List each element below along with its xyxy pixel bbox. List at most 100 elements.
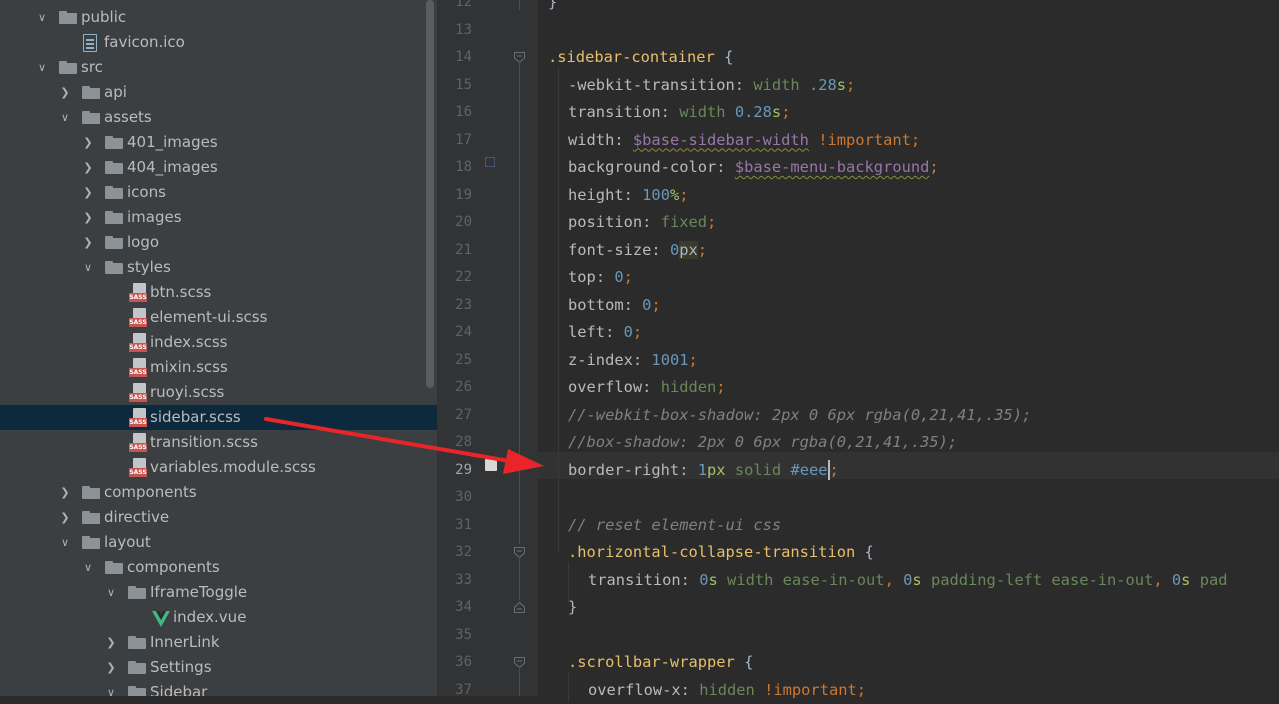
code-token: .scrollbar-wrapper — [568, 653, 735, 671]
project-tree-scrollbar[interactable] — [426, 0, 434, 388]
chevron-right-icon[interactable]: ❯ — [81, 230, 95, 255]
tree-item-404-images[interactable]: ❯ 404_images — [0, 155, 437, 180]
code-line[interactable]: height: 100%; — [568, 182, 689, 209]
chevron-down-icon[interactable]: ∨ — [81, 555, 95, 580]
chevron-right-icon[interactable]: ❯ — [58, 505, 72, 530]
chevron-down-icon[interactable]: ∨ — [58, 105, 72, 130]
tree-item-settings[interactable]: ❯ Settings — [0, 655, 437, 680]
chevron-right-icon[interactable]: ❯ — [81, 155, 95, 180]
code-line[interactable]: } — [568, 594, 577, 621]
code-token: #eee — [790, 460, 828, 479]
tree-item-assets[interactable]: ∨ assets — [0, 105, 437, 130]
code-token: top — [568, 268, 596, 286]
code-token: width — [679, 103, 735, 121]
code-line[interactable]: background-color: $base-menu-background; — [568, 154, 939, 181]
chevron-down-icon[interactable]: ∨ — [104, 680, 118, 696]
chevron-down-icon[interactable]: ∨ — [35, 5, 49, 30]
code-line[interactable]: .sidebar-container { — [548, 44, 733, 71]
tree-item-innerlink[interactable]: ❯ InnerLink — [0, 630, 437, 655]
code-token: ; — [716, 378, 726, 396]
chevron-down-icon[interactable]: ∨ — [35, 55, 49, 80]
folder-icon — [59, 61, 77, 74]
code-line[interactable]: //-webkit-box-shadow: 2px 0 6px rgba(0,2… — [568, 402, 1031, 429]
code-token: position — [568, 213, 643, 231]
tree-item-icons[interactable]: ❯ icons — [0, 180, 437, 205]
code-line[interactable]: top: 0; — [568, 264, 633, 291]
tree-item-transition-scss[interactable]: SASS transition.scss — [0, 430, 437, 455]
sass-file-icon: SASS — [129, 283, 147, 303]
tree-item-btn-scss[interactable]: SASS btn.scss — [0, 280, 437, 305]
code-token: ; — [623, 268, 633, 286]
tree-item-public[interactable]: ∨ public — [0, 5, 437, 30]
chevron-right-icon[interactable]: ❯ — [58, 480, 72, 505]
tree-item-label: 404_images — [127, 158, 218, 176]
line-number: 37 — [455, 681, 472, 698]
tree-item-label: layout — [104, 533, 151, 551]
line-number: 21 — [455, 241, 472, 258]
tree-item-logo[interactable]: ❯ logo — [0, 230, 437, 255]
code-line[interactable]: // reset element-ui css — [568, 512, 781, 539]
code-line[interactable]: bottom: 0; — [568, 292, 661, 319]
chevron-down-icon[interactable]: ∨ — [104, 580, 118, 605]
code-line[interactable]: left: 0; — [568, 319, 642, 346]
tree-item-api[interactable]: ❯ api — [0, 80, 437, 105]
code-token: : — [651, 240, 670, 259]
code-line[interactable]: position: fixed; — [568, 209, 716, 236]
tree-item-index-scss[interactable]: SASS index.scss — [0, 330, 437, 355]
tree-item-components[interactable]: ❯ components — [0, 480, 437, 505]
chevron-down-icon[interactable]: ∨ — [58, 530, 72, 555]
chevron-right-icon[interactable]: ❯ — [81, 180, 95, 205]
bookmark-icon[interactable] — [485, 459, 497, 471]
chevron-right-icon[interactable]: ❯ — [81, 130, 95, 155]
code-line[interactable]: overflow-x: hidden !important; — [588, 677, 866, 704]
code-token: //-webkit-box-shadow: 2px 0 6px rgba(0,2… — [568, 405, 1032, 424]
fold-close-icon[interactable] — [514, 602, 525, 613]
code-token: 0 — [699, 570, 709, 589]
folder-icon — [105, 186, 123, 199]
tree-item-components[interactable]: ∨ components — [0, 555, 437, 580]
tree-item-label: 401_images — [127, 133, 218, 151]
chevron-right-icon[interactable]: ❯ — [104, 655, 118, 680]
tree-item-src[interactable]: ∨ src — [0, 55, 437, 80]
project-tree-panel[interactable]: ∨ public favicon.ico ∨ src ❯ api ∨ assets ❯ 401_im… — [0, 0, 437, 696]
tree-item-iframetoggle[interactable]: ∨ IframeToggle — [0, 580, 437, 605]
chevron-right-icon[interactable]: ❯ — [104, 630, 118, 655]
sass-badge: SASS — [129, 368, 147, 377]
tree-item-layout[interactable]: ∨ layout — [0, 530, 437, 555]
code-line[interactable]: //box-shadow: 2px 0 6px rgba(0,21,41,.35… — [568, 429, 957, 456]
code-line[interactable]: width: $base-sidebar-width !important; — [568, 127, 920, 154]
code-line[interactable]: overflow: hidden; — [568, 374, 726, 401]
code-line[interactable]: .horizontal-collapse-transition { — [568, 539, 874, 566]
tree-item-directive[interactable]: ❯ directive — [0, 505, 437, 530]
code-line[interactable]: transition: width 0.28s; — [568, 99, 790, 126]
chevron-down-icon[interactable]: ∨ — [81, 255, 95, 280]
tree-item-element-ui-scss[interactable]: SASS element-ui.scss — [0, 305, 437, 330]
code-line[interactable]: .scrollbar-wrapper { — [568, 649, 753, 676]
tree-item-index-vue[interactable]: index.vue — [0, 605, 437, 630]
tree-item-label: api — [104, 83, 127, 101]
tree-item-label: styles — [127, 258, 171, 276]
folder-icon — [82, 511, 100, 524]
code-token: height — [568, 185, 624, 204]
tree-item-sidebar[interactable]: ∨ Sidebar — [0, 680, 437, 696]
code-line[interactable]: border-right: 1px solid #eee; — [568, 457, 839, 484]
code-token: ; — [679, 185, 689, 204]
code-line[interactable]: font-size: 0px; — [568, 237, 707, 264]
code-line[interactable]: } — [548, 0, 557, 16]
tree-item-sidebar-scss[interactable]: SASS sidebar.scss — [0, 405, 437, 430]
tree-item-401-images[interactable]: ❯ 401_images — [0, 130, 437, 155]
tree-item-ruoyi-scss[interactable]: SASS ruoyi.scss — [0, 380, 437, 405]
code-line[interactable]: -webkit-transition: width .28s; — [568, 72, 855, 99]
code-token: s — [836, 75, 847, 94]
code-line[interactable]: z-index: 1001; — [568, 347, 698, 374]
chevron-right-icon[interactable]: ❯ — [58, 80, 72, 105]
tree-item-favicon-ico[interactable]: favicon.ico — [0, 30, 437, 55]
folder-icon — [105, 136, 123, 149]
chevron-right-icon[interactable]: ❯ — [81, 205, 95, 230]
tree-item-images[interactable]: ❯ images — [0, 205, 437, 230]
code-line[interactable]: transition: 0s width ease-in-out, 0s pad… — [588, 567, 1228, 594]
tree-item-styles[interactable]: ∨ styles — [0, 255, 437, 280]
code-token: pad — [1199, 570, 1228, 589]
tree-item-variables-module-scss[interactable]: SASS variables.module.scss — [0, 455, 437, 480]
tree-item-mixin-scss[interactable]: SASS mixin.scss — [0, 355, 437, 380]
